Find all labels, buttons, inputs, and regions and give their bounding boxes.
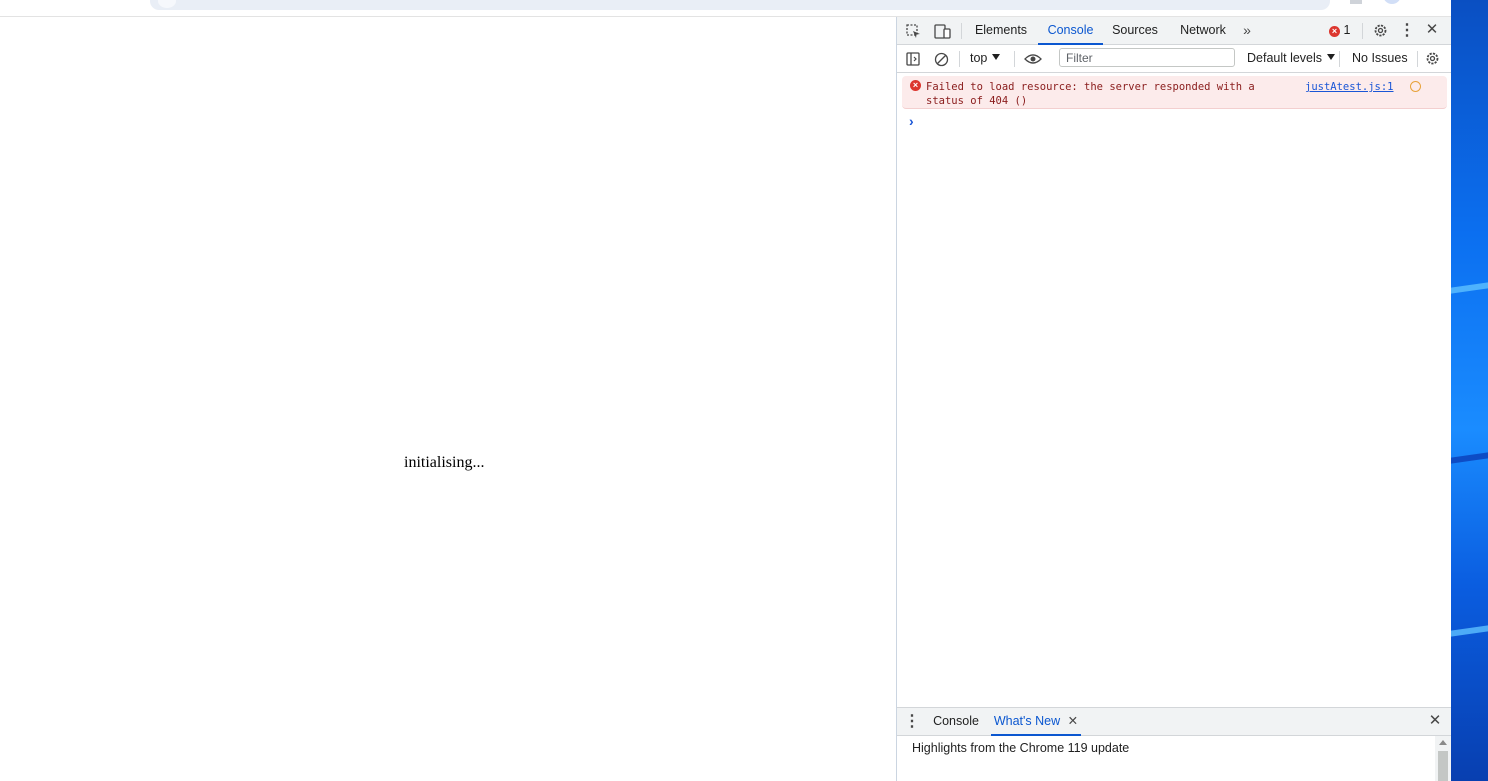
drawer-tab-whats-new[interactable]: What's New ✕ — [991, 708, 1081, 736]
separator — [1014, 51, 1015, 67]
clear-console-icon[interactable] — [933, 51, 949, 67]
devtools-panel: Elements Console Sources Network » × 1 ⋮… — [896, 17, 1451, 781]
extension-icon[interactable] — [1350, 0, 1362, 4]
tab-console[interactable]: Console — [1038, 17, 1103, 45]
inspect-element-icon[interactable] — [905, 23, 921, 39]
scrollbar-thumb[interactable] — [1438, 751, 1448, 781]
separator — [1417, 51, 1418, 67]
context-selector[interactable]: top — [970, 45, 1001, 72]
issues-counter[interactable]: No Issues — [1352, 45, 1408, 72]
tab-network[interactable]: Network — [1174, 17, 1232, 44]
log-levels-dropdown[interactable]: Default levels — [1247, 45, 1336, 72]
console-settings-gear-icon[interactable] — [1424, 50, 1440, 66]
close-drawer-icon[interactable]: ✕ — [1428, 713, 1442, 728]
separator — [959, 51, 960, 67]
close-tab-icon[interactable]: ✕ — [1068, 714, 1078, 728]
log-levels-label: Default levels — [1247, 51, 1323, 65]
more-options-icon[interactable]: ⋮ — [1399, 23, 1415, 39]
tab-sources[interactable]: Sources — [1110, 17, 1160, 44]
chevron-down-icon — [992, 54, 1001, 60]
insight-icon[interactable] — [1410, 81, 1421, 92]
page-status-text: initialising... — [404, 454, 485, 471]
error-count[interactable]: 1 — [1342, 17, 1352, 44]
device-toolbar-icon[interactable] — [933, 23, 951, 39]
drawer-more-options-icon[interactable]: ⋮ — [904, 714, 920, 730]
address-bar[interactable] — [150, 0, 1330, 10]
more-tabs-icon[interactable]: » — [1240, 23, 1254, 37]
tab-elements[interactable]: Elements — [972, 17, 1030, 44]
live-expression-eye-icon[interactable] — [1023, 51, 1043, 67]
chevron-down-icon — [1327, 54, 1336, 60]
separator — [1339, 51, 1340, 67]
sidebar-toggle-icon[interactable] — [905, 51, 921, 67]
console-filter-input[interactable] — [1059, 48, 1235, 67]
error-icon: × — [910, 80, 921, 91]
error-count-icon[interactable]: × — [1329, 26, 1340, 37]
drawer-tab-whats-new-label: What's New — [993, 714, 1061, 728]
message-source-link[interactable]: justAtest.js:1 — [1305, 80, 1394, 94]
console-prompt-chevron-icon[interactable]: › — [909, 113, 914, 129]
drawer-content: Highlights from the Chrome 119 update — [897, 736, 1451, 781]
separator — [1362, 23, 1363, 39]
profile-avatar[interactable] — [1383, 0, 1401, 4]
error-message-text: Failed to load resource: the server resp… — [926, 81, 1255, 107]
context-selector-label: top — [970, 51, 988, 65]
console-toolbar: top Default levels No Issues — [897, 45, 1451, 73]
drawer-tab-console[interactable]: Console — [929, 708, 983, 735]
settings-gear-icon[interactable] — [1372, 22, 1388, 38]
scroll-up-arrow-icon[interactable] — [1439, 740, 1447, 745]
close-devtools-icon[interactable]: ✕ — [1425, 22, 1439, 37]
drawer-tab-bar: ⋮ Console What's New ✕ ✕ — [897, 707, 1451, 736]
whats-new-headline: Highlights from the Chrome 119 update — [912, 741, 1130, 755]
separator — [961, 23, 962, 39]
devtools-tab-bar: Elements Console Sources Network » × 1 ⋮… — [897, 17, 1451, 45]
browser-top-strip — [0, 0, 1451, 17]
page-viewport: initialising... — [0, 17, 896, 781]
desktop-wallpaper — [1451, 0, 1488, 781]
console-error-message: × Failed to load resource: the server re… — [902, 76, 1447, 109]
